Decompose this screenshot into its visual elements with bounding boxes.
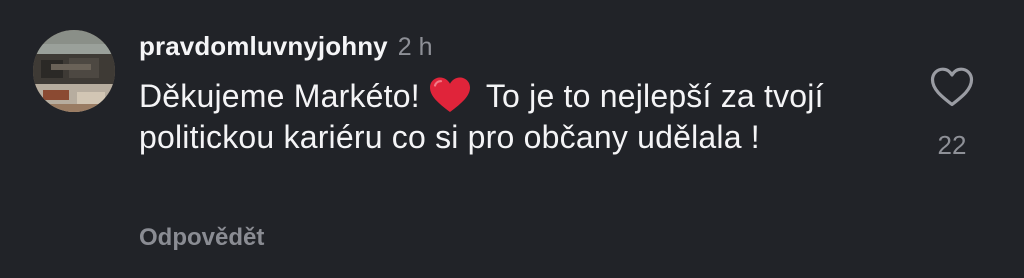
- red-heart-emoji-icon: [429, 77, 470, 112]
- heart-outline-icon[interactable]: [929, 66, 975, 108]
- reply-button[interactable]: Odpovědět: [139, 224, 264, 252]
- username[interactable]: pravdomluvnyjohny: [139, 31, 388, 62]
- comment-text-part-1: Děkujeme Markéto!: [139, 78, 420, 114]
- comment-item: pravdomluvnyjohny 2 h Děkujeme Markéto! T…: [0, 0, 1024, 278]
- comment-header: pravdomluvnyjohny 2 h: [139, 31, 433, 65]
- avatar[interactable]: [33, 30, 115, 112]
- avatar-photo: [33, 30, 115, 112]
- timestamp: 2 h: [397, 33, 433, 61]
- comment-text: Děkujeme Markéto! To je to nejlepší za tv…: [139, 76, 899, 158]
- like-count: 22: [937, 130, 967, 160]
